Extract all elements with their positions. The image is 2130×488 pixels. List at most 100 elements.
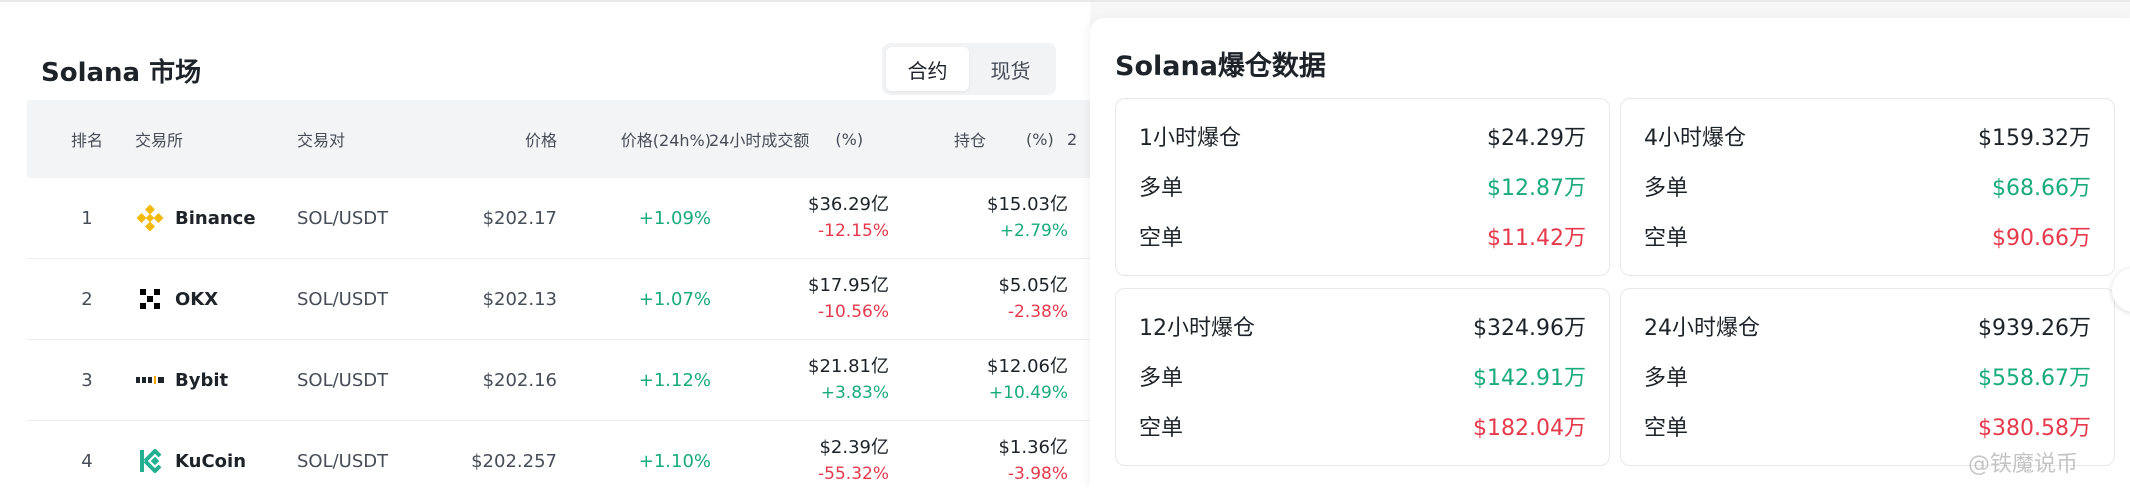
- card-short-label: 空单: [1644, 416, 1689, 441]
- exchange-name: KuCoin: [175, 450, 247, 472]
- oi-cell: $5.05亿 -2.38%: [927, 259, 1068, 339]
- oi-pct: +10.49%: [988, 383, 1068, 403]
- card-short-value: $90.66万: [1992, 226, 2091, 251]
- card-period-label: 1小时爆仓: [1139, 126, 1241, 151]
- card-total-value: $324.96万: [1473, 316, 1586, 341]
- header-price[interactable]: 价格: [447, 100, 557, 178]
- oi-value: $5.05亿: [998, 275, 1068, 296]
- pair-cell: SOL/USDT: [297, 207, 389, 229]
- volume-pct: +3.83%: [820, 383, 889, 403]
- okx-logo-icon: [135, 284, 165, 314]
- price-cell: $202.257: [471, 450, 557, 472]
- rank-cell: 4: [81, 450, 93, 472]
- liquidation-card-1h: 1小时爆仓 $24.29万 多单 $12.87万 空单 $11.42万: [1115, 98, 1610, 276]
- price-cell: $202.17: [482, 207, 557, 229]
- card-total-value: $939.26万: [1978, 316, 2091, 341]
- kucoin-logo-icon: [135, 446, 165, 476]
- rank-cell: 2: [81, 288, 93, 310]
- market-type-toggle: 合约 现货: [882, 43, 1056, 95]
- card-total-value: $24.29万: [1487, 126, 1586, 151]
- pair-cell: SOL/USDT: [297, 450, 389, 472]
- exchange-cell[interactable]: KuCoin: [135, 421, 246, 488]
- header-volume-pct: (%): [835, 129, 864, 149]
- header-volume-label: 24小时成交额: [709, 131, 810, 150]
- volume-cell: $36.29亿 -12.15%: [727, 178, 889, 258]
- exchange-name: OKX: [175, 288, 219, 310]
- table-row[interactable]: 3 Bybit SOL/USDT $202.16 +1.12% $21.81亿: [27, 340, 1090, 421]
- oi-value: $12.06亿: [987, 356, 1068, 377]
- rank-cell: 3: [81, 369, 93, 391]
- price-cell: $202.16: [482, 369, 557, 391]
- oi-pct: -3.98%: [1007, 464, 1068, 484]
- card-total-line: 1小时爆仓 $24.29万: [1139, 121, 1586, 151]
- card-total-line: 4小时爆仓 $159.32万: [1644, 121, 2091, 151]
- card-short-label: 空单: [1139, 416, 1184, 441]
- header-oi-pct: (%): [1026, 129, 1054, 149]
- table-row[interactable]: 2 OKX SOL/USDT $202.13 +1.07% $17.95亿 -1…: [27, 259, 1090, 340]
- card-long-value: $558.67万: [1978, 366, 2091, 391]
- card-long-value: $142.91万: [1473, 366, 1586, 391]
- card-long-label: 多单: [1644, 366, 1689, 391]
- volume-pct: -55.32%: [818, 464, 889, 484]
- volume-pct: -10.56%: [818, 302, 889, 322]
- exchange-cell[interactable]: OKX: [135, 259, 218, 339]
- header-oi-label: 持仓: [954, 131, 987, 150]
- table-row[interactable]: 4 KuCoin SOL/USDT $202.257 +1.10% $2.39亿…: [27, 421, 1090, 488]
- price-cell: $202.13: [482, 288, 557, 310]
- volume-value: $17.95亿: [808, 275, 889, 296]
- header-oi[interactable]: 持仓 (%): [954, 100, 1054, 178]
- card-short-line: 空单 $90.66万: [1644, 221, 2091, 251]
- card-short-label: 空单: [1139, 226, 1184, 251]
- header-rank[interactable]: 排名: [71, 100, 103, 178]
- bybit-logo-icon: [135, 365, 165, 395]
- exchange-cell[interactable]: Bybit: [135, 340, 228, 420]
- card-total-value: $159.32万: [1978, 126, 2091, 151]
- volume-value: $21.81亿: [808, 356, 889, 377]
- oi-cell: $15.03亿 +2.79%: [927, 178, 1068, 258]
- card-long-line: 多单 $12.87万: [1139, 171, 1586, 201]
- liquidation-panel: Solana爆仓数据 1小时爆仓 $24.29万 多单 $12.87万 空单 $…: [1090, 18, 2130, 488]
- tab-futures[interactable]: 合约: [886, 47, 969, 91]
- card-long-label: 多单: [1139, 176, 1184, 201]
- card-total-line: 12小时爆仓 $324.96万: [1139, 311, 1586, 341]
- change-cell: +1.12%: [638, 369, 711, 391]
- card-short-label: 空单: [1644, 226, 1689, 251]
- card-short-line: 空单 $11.42万: [1139, 221, 1586, 251]
- header-exchange[interactable]: 交易所: [135, 100, 183, 178]
- oi-pct: +2.79%: [999, 221, 1068, 241]
- card-period-label: 12小时爆仓: [1139, 316, 1255, 341]
- volume-cell: $21.81亿 +3.83%: [727, 340, 889, 420]
- liquidation-card-12h: 12小时爆仓 $324.96万 多单 $142.91万 空单 $182.04万: [1115, 288, 1610, 466]
- exchange-cell[interactable]: Binance: [135, 178, 256, 258]
- volume-value: $36.29亿: [808, 194, 889, 215]
- card-long-label: 多单: [1644, 176, 1689, 201]
- market-table-header: 排名 交易所 交易对 价格 价格(24h%) 24小时成交额 (%) 持仓 (%…: [27, 100, 1090, 178]
- oi-pct: -2.38%: [1007, 302, 1068, 322]
- tab-spot[interactable]: 现货: [969, 47, 1052, 91]
- change-cell: +1.10%: [638, 450, 711, 472]
- oi-cell: $12.06亿 +10.49%: [927, 340, 1068, 420]
- liquidation-card-4h: 4小时爆仓 $159.32万 多单 $68.66万 空单 $90.66万: [1620, 98, 2115, 276]
- exchange-name: Bybit: [175, 369, 229, 391]
- oi-cell: $1.36亿 -3.98%: [927, 421, 1068, 488]
- pair-cell: SOL/USDT: [297, 288, 389, 310]
- card-long-label: 多单: [1139, 366, 1184, 391]
- rank-cell: 1: [81, 207, 93, 229]
- change-cell: +1.09%: [638, 207, 711, 229]
- binance-logo-icon: [135, 203, 165, 233]
- card-short-value: $380.58万: [1978, 416, 2091, 441]
- card-long-line: 多单 $142.91万: [1139, 361, 1586, 391]
- header-more: 2: [1067, 129, 1078, 149]
- oi-value: $15.03亿: [987, 194, 1068, 215]
- table-row[interactable]: 1 Binance SOL/USDT $202.17 +1.09% $36.29…: [27, 178, 1090, 259]
- card-long-value: $68.66万: [1992, 176, 2091, 201]
- header-pair[interactable]: 交易对: [297, 100, 345, 178]
- volume-cell: $2.39亿 -55.32%: [727, 421, 889, 488]
- header-volume[interactable]: 24小时成交额 (%): [709, 100, 863, 178]
- header-change[interactable]: 价格(24h%): [587, 100, 711, 178]
- card-short-value: $11.42万: [1487, 226, 1586, 251]
- card-long-line: 多单 $558.67万: [1644, 361, 2091, 391]
- card-period-label: 4小时爆仓: [1644, 126, 1746, 151]
- watermark-text: @铁魔说币: [1968, 452, 2079, 477]
- card-short-value: $182.04万: [1473, 416, 1586, 441]
